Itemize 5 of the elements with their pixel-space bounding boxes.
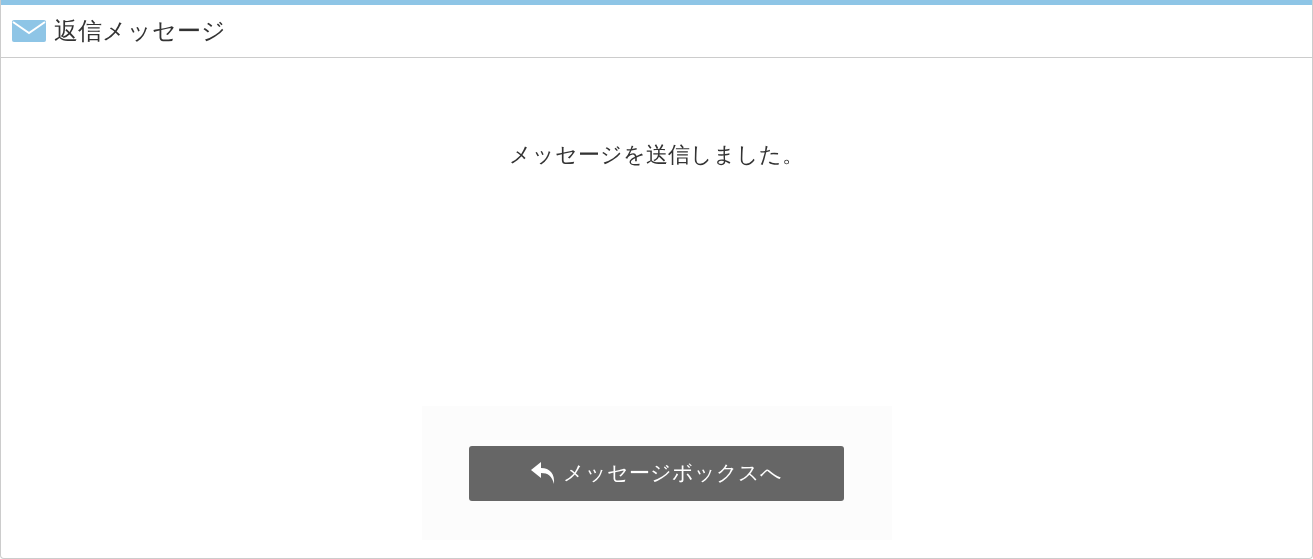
envelope-icon bbox=[12, 20, 46, 42]
message-box-button[interactable]: メッセージボックスへ bbox=[469, 445, 844, 501]
reply-arrow-icon bbox=[531, 462, 557, 484]
message-text: メッセージを送信しました。 bbox=[509, 141, 804, 169]
panel-title: 返信メッセージ bbox=[54, 16, 226, 46]
